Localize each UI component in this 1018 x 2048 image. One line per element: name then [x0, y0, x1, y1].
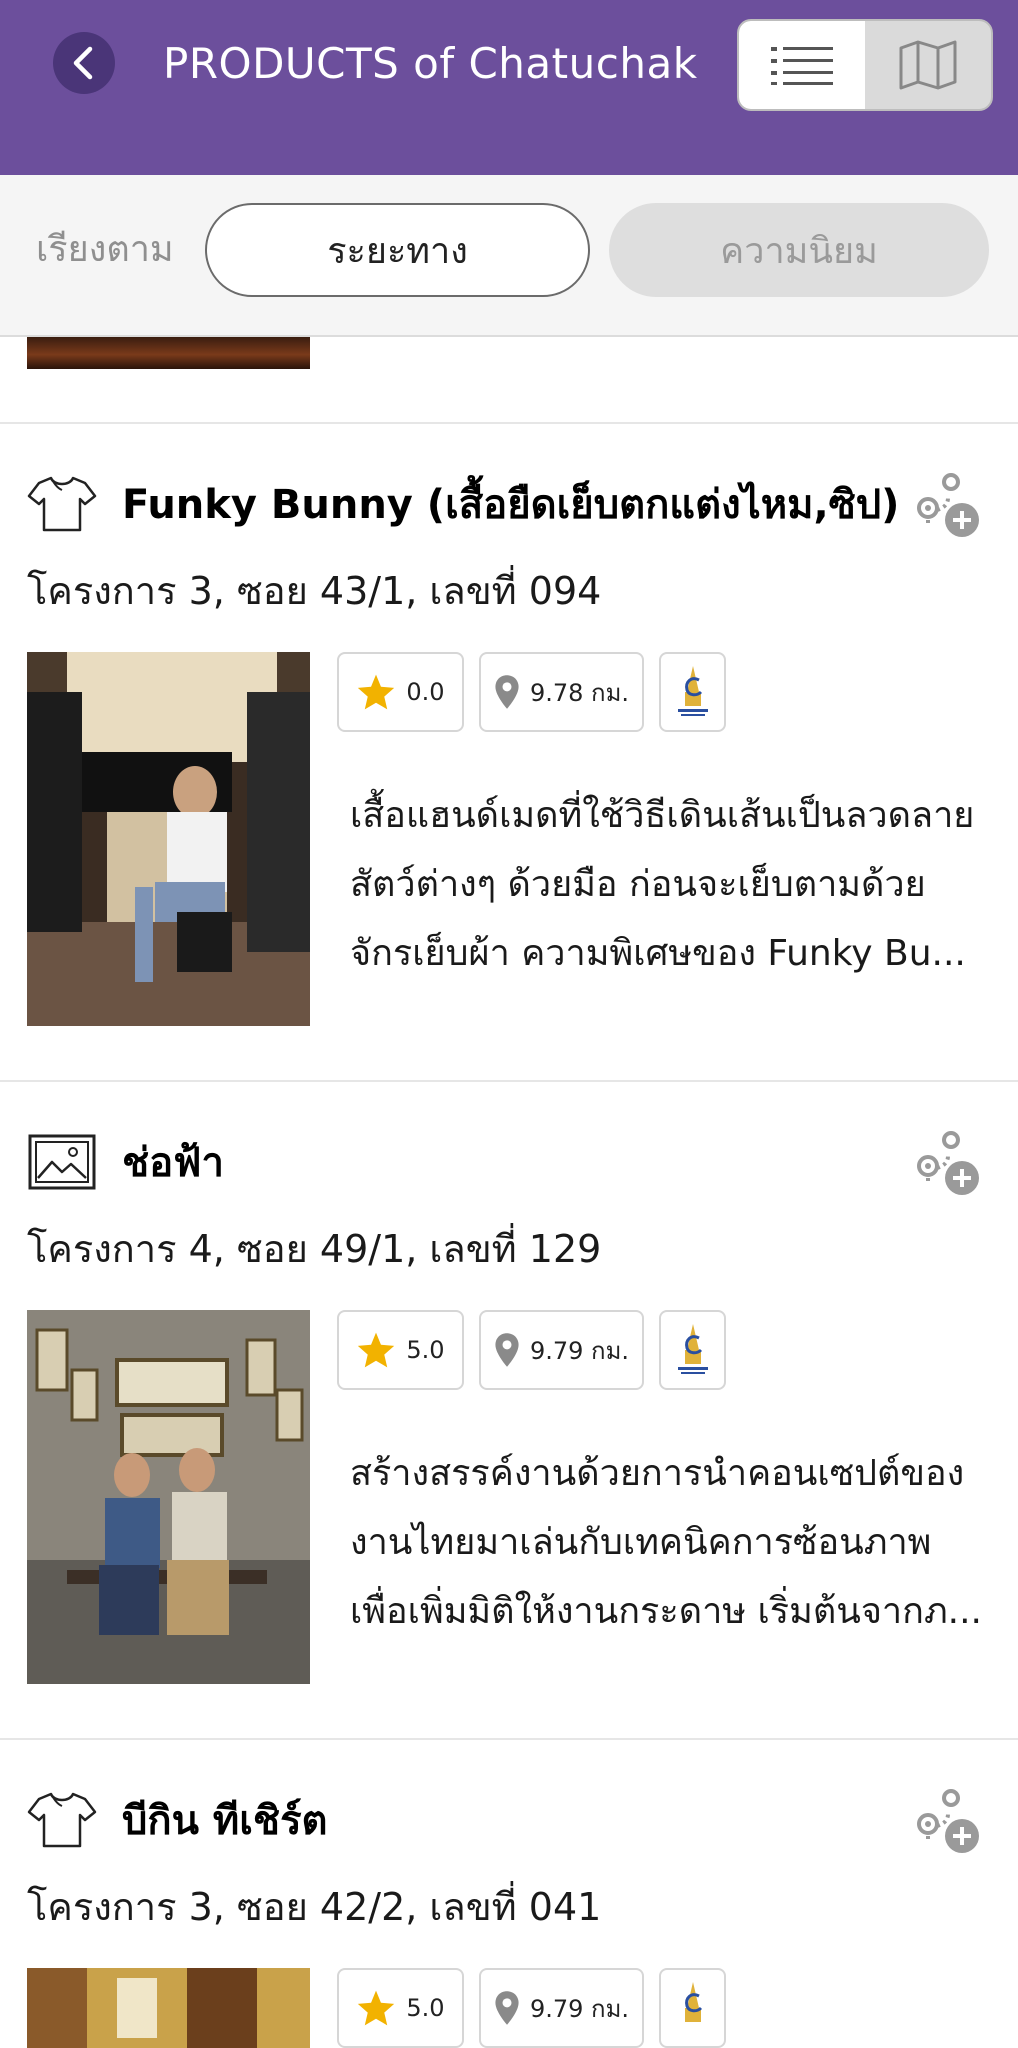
add-route-icon[interactable]	[910, 468, 986, 544]
tshirt-icon	[27, 1792, 97, 1848]
app-header: PRODUCTS of Chatuchak	[0, 0, 1018, 175]
location-pin-icon	[495, 675, 519, 709]
tshirt-icon	[27, 476, 97, 532]
page-title: PRODUCTS of Chatuchak	[163, 38, 698, 88]
description-line: เพื่อเพิ่มมิติให้งานกระดาษ เริ่มต้นจากภ.…	[350, 1591, 983, 1632]
add-route-icon[interactable]	[910, 1784, 986, 1860]
chevron-left-icon	[73, 46, 93, 80]
view-mode-toggle	[737, 19, 993, 111]
shop-photo[interactable]	[27, 1968, 310, 2048]
shop-card[interactable]: Funky Bunny (เสื้อยืดเย็บตกแต่งไหม,ซิป) …	[0, 424, 1018, 1080]
map-icon	[899, 40, 957, 90]
location-pin-icon	[495, 1333, 519, 1367]
star-icon	[358, 674, 395, 710]
add-route-icon[interactable]	[910, 1126, 986, 1202]
shop-name[interactable]: บีกิน ทีเชิร์ต	[122, 1788, 328, 1852]
chatuchak-logo-icon	[677, 666, 708, 716]
shop-address: โครงการ 3, ซอย 43/1, เลขที่ 094	[27, 568, 602, 613]
shop-photo[interactable]	[27, 1310, 310, 1684]
chatuchak-logo-icon	[677, 1324, 708, 1374]
sort-bar: เรียงตาม ระยะทาง ความนิยม	[0, 175, 1018, 337]
sort-by-popularity-button[interactable]: ความนิยม	[609, 203, 989, 297]
sort-by-distance-button[interactable]: ระยะทาง	[205, 203, 590, 297]
description-line: สร้างสรรค์งานด้วยการนำคอนเซปต์ของ	[350, 1453, 965, 1494]
chatuchak-logo-icon	[684, 1982, 702, 2022]
star-icon	[358, 1990, 395, 2026]
rating-value: 5.0	[406, 1994, 445, 2022]
shop-card[interactable]: บีกิน ทีเชิร์ต โครงการ 3, ซอย 42/2, เลขท…	[0, 1740, 1018, 2048]
distance-badge: 9.79 กม.	[479, 1310, 644, 1390]
shop-description: เสื้อแฮนด์เมดที่ใช้วิธีเดินเส้นเป็นลวดลา…	[350, 781, 1000, 988]
shop-name[interactable]: Funky Bunny (เสื้อยืดเย็บตกแต่งไหม,ซิป)	[122, 472, 899, 536]
rating-value: 5.0	[406, 1336, 445, 1364]
map-view-button[interactable]	[865, 21, 991, 109]
rating-value: 0.0	[406, 678, 445, 706]
distance-value: 9.78 กม.	[529, 678, 630, 707]
description-line: จักรเย็บผ้า ความพิเศษของ Funky Bu...	[350, 933, 966, 974]
market-logo-badge	[659, 1310, 726, 1390]
shop-description: สร้างสรรค์งานด้วยการนำคอนเซปต์ของ งานไทย…	[350, 1439, 1000, 1646]
shop-photo[interactable]	[27, 652, 310, 1026]
description-line: สัตว์ต่างๆ ด้วยมือ ก่อนจะเย็บตามด้วย	[350, 864, 926, 905]
description-line: เสื้อแฮนด์เมดที่ใช้วิธีเดินเส้นเป็นลวดลา…	[350, 795, 975, 836]
shop-address: โครงการ 4, ซอย 49/1, เลขที่ 129	[27, 1226, 602, 1271]
market-logo-badge	[659, 652, 726, 732]
market-logo-badge	[659, 1968, 726, 2048]
rating-badge: 5.0	[337, 1310, 464, 1390]
distance-badge: 9.79 กม.	[479, 1968, 644, 2048]
description-line: งานไทยมาเล่นกับเทคนิคการซ้อนภาพ	[350, 1522, 932, 1563]
shop-card[interactable]: ช่อฟ้า โครงการ 4, ซอย 49/1, เลขที่ 129 5…	[0, 1082, 1018, 1738]
previous-item-photo[interactable]	[27, 337, 310, 369]
distance-value: 9.79 กม.	[529, 1994, 630, 2023]
back-button[interactable]	[53, 32, 115, 94]
shop-address: โครงการ 3, ซอย 42/2, เลขที่ 041	[27, 1884, 602, 1929]
rating-badge: 0.0	[337, 652, 464, 732]
list-view-button[interactable]	[739, 21, 865, 109]
shop-name[interactable]: ช่อฟ้า	[122, 1130, 224, 1194]
star-icon	[358, 1332, 395, 1368]
location-pin-icon	[495, 1991, 519, 2025]
sort-label: เรียงตาม	[36, 228, 174, 270]
rating-badge: 5.0	[337, 1968, 464, 2048]
picture-icon	[28, 1134, 96, 1190]
distance-badge: 9.78 กม.	[479, 652, 644, 732]
list-icon	[771, 47, 833, 85]
distance-value: 9.79 กม.	[529, 1336, 630, 1365]
